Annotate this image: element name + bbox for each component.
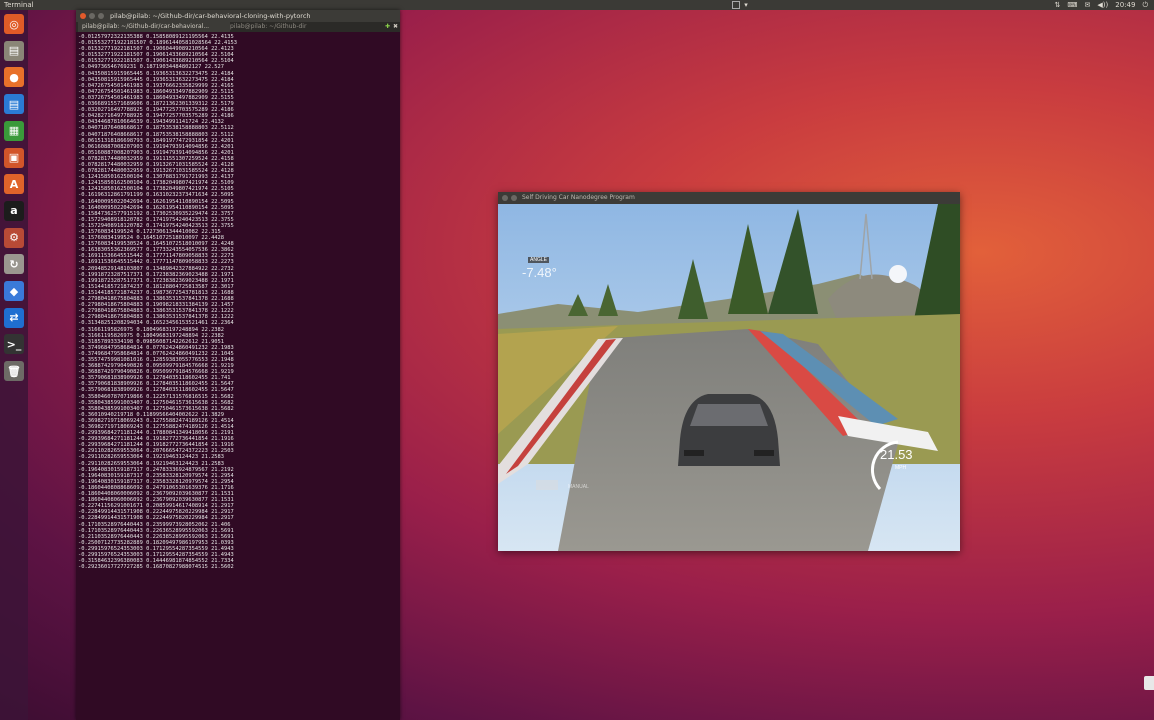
driving-scene — [498, 204, 960, 551]
speed-unit: MPH — [895, 465, 907, 471]
angle-label: ANGLE — [528, 257, 549, 263]
trash-icon[interactable]: 🗑 — [4, 361, 24, 382]
maximize-icon[interactable] — [98, 13, 104, 19]
top-panel: Terminal ▾ ⇅ ⌨ ✉ ◀)) 20:49 ⏻ — [0, 0, 1154, 10]
amazon-icon[interactable]: a — [4, 200, 24, 221]
simulator-title: Self Driving Car Nanodegree Program — [522, 194, 635, 201]
chevron-down-icon[interactable]: ▾ — [744, 0, 748, 10]
terminal-icon[interactable]: >_ — [4, 334, 24, 355]
calc-icon[interactable]: ▦ — [4, 120, 24, 141]
power-icon[interactable]: ⏻ — [1142, 0, 1148, 10]
close-icon[interactable] — [80, 13, 86, 19]
tab-car-behavioral[interactable]: pilab@pilab: ~/Github-dir/car-behavioral… — [78, 22, 230, 32]
minimize-icon[interactable] — [89, 13, 95, 19]
mail-icon[interactable]: ✉ — [1085, 0, 1091, 10]
pycharm-icon[interactable]: ◆ — [4, 281, 24, 301]
terminal-window[interactable]: pilab@pilab: ~/Github-dir/car-behavioral… — [76, 10, 400, 720]
window-controls[interactable]: ▾ — [720, 0, 760, 10]
system-settings-icon[interactable]: ⚙ — [4, 227, 24, 248]
steering-angle-value: -7.48° — [522, 265, 557, 280]
keyboard-icon[interactable]: ⌨ — [1067, 0, 1077, 10]
launcher: ◎ ▤ ● ▤ ▦ ▣ Aa ⚙ ↻ ◆ ⇄ >_ 🗑 — [0, 10, 28, 720]
impress-icon[interactable]: ▣ — [4, 147, 24, 168]
clock[interactable]: 20:49 — [1115, 0, 1135, 10]
terminal-title: pilab@pilab: ~/Github-dir/car-behavioral… — [110, 12, 311, 20]
simulator-viewport[interactable]: ANGLE -7.48° 21.53 MPH MANUAL — [498, 204, 960, 551]
simulator-titlebar[interactable]: Self Driving Car Nanodegree Program — [498, 192, 960, 204]
panel-indicators[interactable]: ⇅ ⌨ ✉ ◀)) 20:49 ⏻ — [1055, 0, 1148, 10]
restore-icon[interactable] — [732, 1, 741, 9]
software-center-icon[interactable]: A — [4, 174, 24, 195]
mode-label: MANUAL — [568, 484, 589, 490]
minimize-icon[interactable] — [511, 195, 517, 201]
updater-icon[interactable]: ↻ — [4, 254, 24, 275]
tab-close-icon[interactable]: ✖ — [393, 22, 398, 32]
volume-icon[interactable]: ◀)) — [1097, 0, 1108, 10]
close-icon[interactable] — [502, 195, 508, 201]
active-app-title: Terminal — [4, 1, 34, 9]
speed-value: 21.53 — [880, 447, 913, 462]
network-icon[interactable]: ⇅ — [1055, 0, 1061, 10]
terminal-titlebar[interactable]: pilab@pilab: ~/Github-dir/car-behavioral… — [76, 10, 400, 22]
mode-toggle — [536, 480, 558, 490]
ubuntu-logo-icon[interactable]: ◎ — [4, 14, 24, 34]
writer-icon[interactable]: ▤ — [4, 94, 24, 115]
terminal-tabs: pilab@pilab: ~/Github-dir/car-behavioral… — [76, 22, 400, 32]
firefox-icon[interactable]: ● — [4, 67, 24, 88]
notification-icon[interactable] — [1144, 676, 1154, 690]
files-icon[interactable]: ▤ — [4, 40, 24, 61]
tab-github-dir[interactable]: pilab@pilab: ~/Github-dir — [226, 22, 374, 32]
sun-glare — [889, 265, 907, 283]
terminal-line: -0.29236017727727285 0.16870827988074515… — [78, 564, 234, 571]
new-tab-icon[interactable]: ✚ — [385, 22, 390, 32]
car — [678, 394, 780, 466]
simulator-window[interactable]: Self Driving Car Nanodegree Program ANGL… — [498, 192, 960, 551]
teamviewer-icon[interactable]: ⇄ — [4, 307, 24, 328]
terminal-output[interactable]: -0.01257972322135388 0.15858089121195564… — [78, 34, 398, 716]
